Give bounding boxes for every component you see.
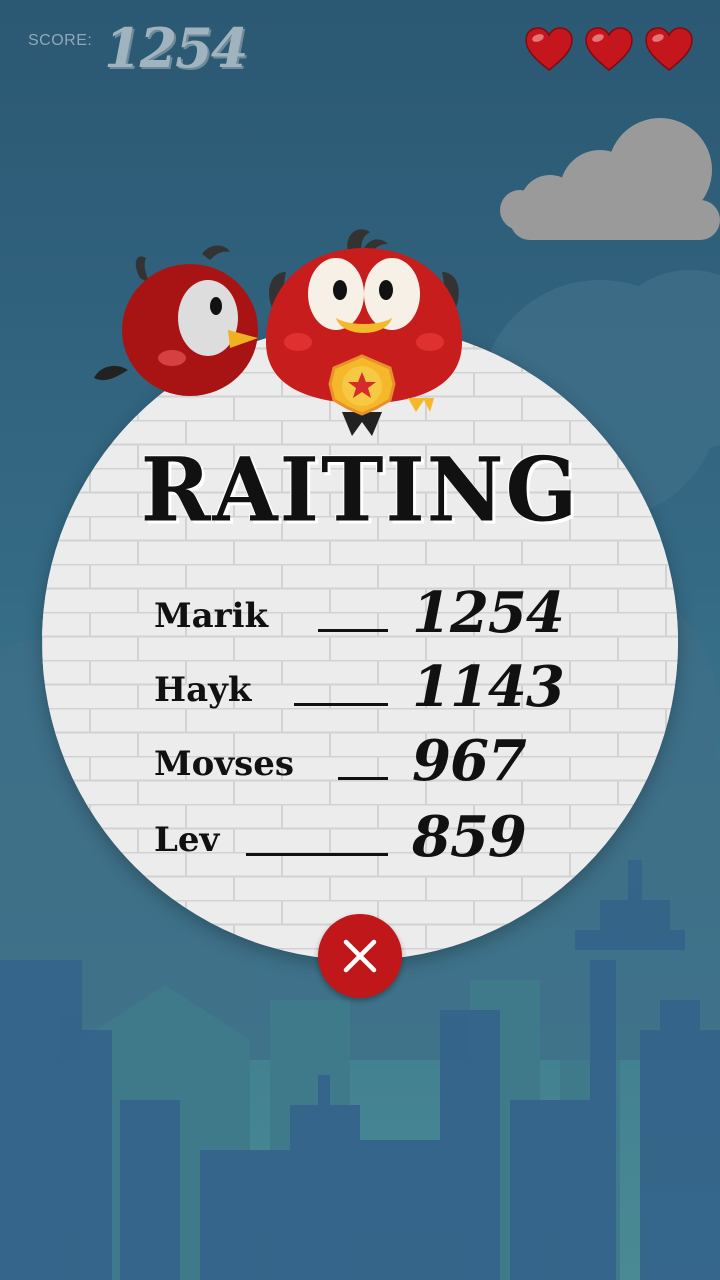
player-score: 1254	[412, 580, 565, 646]
rating-row: Movses 967	[154, 728, 594, 794]
medal-icon	[328, 354, 396, 436]
close-button[interactable]	[318, 914, 402, 998]
rating-row: Hayk 1143	[154, 654, 594, 720]
player-name: Hayk	[154, 670, 252, 710]
score-value: 1254	[104, 16, 248, 80]
cloud	[500, 118, 720, 240]
close-icon	[343, 939, 377, 973]
player-name: Lev	[154, 820, 220, 860]
heart-icon	[645, 27, 693, 71]
heart-icon	[585, 27, 633, 71]
player-score: 967	[412, 728, 527, 794]
leader-line	[294, 703, 388, 706]
leader-line	[318, 629, 388, 632]
side-bird	[94, 245, 258, 396]
rating-row: Lev 859	[154, 804, 594, 870]
player-score: 1143	[412, 654, 565, 720]
heart-icon	[525, 27, 573, 71]
player-name: Marik	[154, 596, 269, 636]
popup-title: RAITING	[140, 437, 580, 542]
main-bird	[266, 229, 462, 436]
hud: SCORE: 1254	[0, 0, 720, 100]
rating-row: Marik 1254	[154, 580, 594, 646]
leader-line	[338, 777, 388, 780]
score-label: SCORE:	[28, 32, 93, 49]
player-score: 859	[412, 804, 527, 870]
lives	[524, 26, 694, 72]
player-name: Movses	[154, 744, 294, 784]
leader-line	[246, 853, 388, 856]
